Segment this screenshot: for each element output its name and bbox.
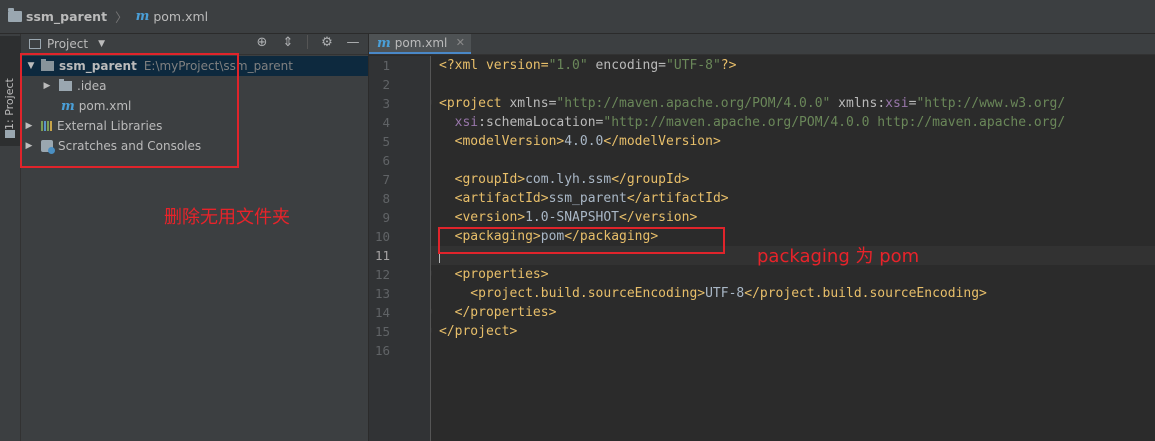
code-line: <project.build.sourceEncoding>UTF-8</pro… [439,286,987,301]
hide-icon[interactable]: — [346,35,360,50]
code-line: xsi:schemaLocation="http://maven.apache.… [439,115,1066,130]
line-number: 3 [382,96,390,111]
chevron-right-icon: 〉 [115,10,128,25]
code-line: <groupId>com.lyh.ssm</groupId> [439,172,690,187]
locate-icon[interactable]: ⊕ [255,35,269,50]
annotation-box-tree [20,53,239,168]
code-line: ⊟</project> [431,322,1155,341]
line-number: 14 [374,305,390,320]
toolbar-divider [307,35,308,49]
line-number: 8 [382,191,390,206]
collapse-all-icon[interactable]: ⇕ [281,35,295,50]
code-line: ⊟<project xmlns="http://maven.apache.org… [431,94,1155,113]
line-number: 7 [382,172,390,187]
panel-toolbar: ⊕ ⇕ ⚙ — [255,35,360,50]
line-number: 10 [374,229,390,244]
line-number-gutter: 1 2 3 4 5 6 7 8 9 10 11 12 13 14 15 16 [369,56,431,441]
maven-file-icon: m [377,35,391,51]
fold-icon[interactable]: ⊟ [431,307,434,317]
annotation-delete-folders: 删除无用文件夹 [164,207,290,228]
fold-icon[interactable]: ⊟ [431,326,434,336]
folder-icon [8,8,22,22]
line-number: 6 [382,153,390,168]
line-number: 2 [382,77,390,92]
line-number: 15 [374,324,390,339]
project-view-selector[interactable]: Project ▼ [29,37,105,51]
breadcrumb-file[interactable]: pom.xml [153,9,208,24]
tab-label: pom.xml [394,36,448,50]
line-number: 4 [382,115,390,130]
gear-icon[interactable]: ⚙ [320,35,334,50]
current-line-number: 11 [374,248,390,263]
code-line: ⊟ </properties> [431,303,1155,322]
annotation-packaging-pom: packaging 为 pom [757,246,920,267]
line-number: 16 [374,343,390,358]
editor-tab-bar: m pom.xml ✕ [369,34,1155,55]
project-tool-window-label[interactable]: 1: Project [3,78,16,130]
fold-icon[interactable]: ⊟ [431,98,434,108]
maven-file-icon: m [135,9,150,24]
code-line: <modelVersion>4.0.0</modelVersion> [439,134,721,149]
breadcrumb: ssm_parent 〉 m pom.xml [8,7,208,26]
code-line: <artifactId>ssm_parent</artifactId> [439,191,729,206]
line-number: 9 [382,210,390,225]
line-number: 12 [374,267,390,282]
tool-window-strip: 1: Project [0,34,21,441]
line-number: 5 [382,134,390,149]
line-number: 1 [382,58,390,73]
code-line: <version>1.0-SNAPSHOT</version> [439,210,698,225]
fold-icon[interactable]: ⊟ [431,269,434,279]
project-icon [29,39,41,49]
chevron-down-icon[interactable]: ▼ [98,39,105,49]
tab-pom-xml[interactable]: m pom.xml ✕ [369,34,471,54]
line-number: 13 [374,286,390,301]
navigation-bar: ssm_parent 〉 m pom.xml [0,0,1155,34]
folder-icon [5,130,15,138]
project-panel-header: Project ▼ ⊕ ⇕ ⚙ — [21,34,368,55]
breadcrumb-project[interactable]: ssm_parent [26,9,107,24]
annotation-box-packaging [438,227,725,254]
code-line: <?xml version="1.0" encoding="UTF-8"?> [439,58,737,73]
close-icon[interactable]: ✕ [456,36,465,49]
project-view-label[interactable]: Project [47,37,88,51]
